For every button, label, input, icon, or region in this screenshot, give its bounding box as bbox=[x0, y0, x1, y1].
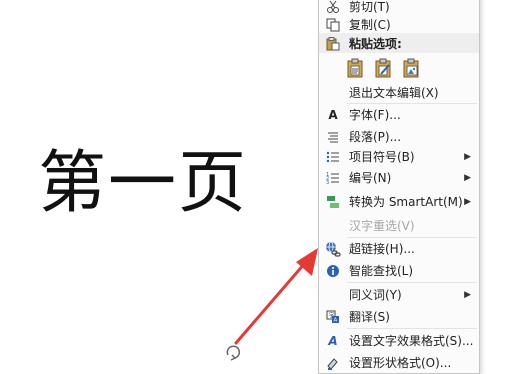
hyperlink-icon bbox=[325, 241, 341, 257]
paste-options-label: 粘贴选项: bbox=[349, 37, 402, 51]
svg-text:3: 3 bbox=[326, 180, 329, 185]
paste-icon bbox=[325, 36, 341, 52]
copy-icon bbox=[325, 17, 341, 33]
submenu-arrow-icon: ▶ bbox=[464, 173, 471, 183]
menu-item-label: 翻译(S) bbox=[349, 310, 390, 324]
menu-item-label: 复制(C) bbox=[349, 18, 391, 32]
submenu-arrow-icon: ▶ bbox=[464, 197, 471, 207]
menu-item-label: 转换为 SmartArt(M) bbox=[349, 195, 463, 209]
menu-item-label: 同义词(Y) bbox=[349, 288, 402, 302]
menu-item-label: 段落(P)... bbox=[349, 130, 402, 144]
paste-picture-icon[interactable] bbox=[401, 57, 423, 79]
translate-icon: 字A bbox=[325, 309, 341, 325]
menu-item-convert-smartart[interactable]: 转换为 SmartArt(M) ▶ bbox=[319, 191, 479, 213]
menu-item-font[interactable]: A 字体(F)... bbox=[319, 104, 479, 126]
menu-item-hyperlink[interactable]: 超链接(H)... bbox=[319, 238, 479, 260]
menu-item-label: 编号(N) bbox=[349, 171, 392, 185]
scissors-icon bbox=[325, 0, 341, 15]
menu-item-label: 超链接(H)... bbox=[349, 242, 415, 256]
menu-separator bbox=[347, 328, 477, 329]
font-icon: A bbox=[328, 108, 338, 122]
slide-title[interactable]: 第一页 bbox=[38, 150, 248, 218]
menu-item-label: 项目符号(B) bbox=[349, 150, 415, 164]
menu-item-paragraph[interactable]: 段落(P)... bbox=[319, 126, 479, 148]
menu-item-bullets[interactable]: 项目符号(B) ▶ bbox=[319, 146, 479, 168]
menu-item-reconversion: 汉字重选(V) bbox=[319, 215, 479, 237]
menu-section-paste-options: 粘贴选项: bbox=[319, 33, 479, 53]
smart-lookup-icon bbox=[325, 263, 341, 279]
shape-format-icon bbox=[325, 355, 341, 371]
menu-separator bbox=[347, 282, 477, 283]
rotate-handle-icon[interactable] bbox=[222, 341, 244, 363]
paste-options-group bbox=[345, 57, 423, 79]
paragraph-icon bbox=[325, 129, 341, 145]
context-menu: 剪切(T) 复制(C) 粘贴选项: 退出文本编辑(X) A 字体(F)... 段… bbox=[318, 0, 480, 374]
menu-item-label: 智能查找(L) bbox=[349, 264, 414, 278]
numbering-icon: 123 bbox=[325, 170, 341, 186]
submenu-arrow-icon: ▶ bbox=[464, 290, 471, 300]
paste-merge-formatting-icon[interactable] bbox=[373, 57, 395, 79]
menu-item-format-text-effects[interactable]: A 设置文字效果格式(S)... bbox=[319, 330, 479, 352]
menu-item-numbering[interactable]: 123 编号(N) ▶ bbox=[319, 167, 479, 189]
smartart-icon bbox=[325, 194, 341, 210]
menu-item-label: 字体(F)... bbox=[349, 108, 401, 122]
menu-item-label: 设置形状格式(O)... bbox=[349, 356, 452, 370]
menu-item-label: 退出文本编辑(X) bbox=[349, 86, 439, 100]
menu-item-format-shape[interactable]: 设置形状格式(O)... bbox=[319, 352, 479, 373]
text-effects-icon: A bbox=[328, 334, 338, 348]
submenu-arrow-icon: ▶ bbox=[464, 152, 471, 162]
menu-item-label: 剪切(T) bbox=[349, 0, 390, 14]
menu-item-label: 汉字重选(V) bbox=[349, 219, 415, 233]
menu-item-synonyms[interactable]: 同义词(Y) ▶ bbox=[319, 284, 479, 306]
bullets-icon bbox=[325, 149, 341, 165]
menu-item-label: 设置文字效果格式(S)... bbox=[349, 334, 474, 348]
menu-item-exit-text-edit[interactable]: 退出文本编辑(X) bbox=[319, 82, 479, 104]
menu-item-translate[interactable]: 字A 翻译(S) bbox=[319, 306, 479, 328]
svg-text:A: A bbox=[334, 318, 338, 324]
paste-keep-formatting-icon[interactable] bbox=[345, 57, 367, 79]
menu-item-smart-lookup[interactable]: 智能查找(L) bbox=[319, 260, 479, 282]
